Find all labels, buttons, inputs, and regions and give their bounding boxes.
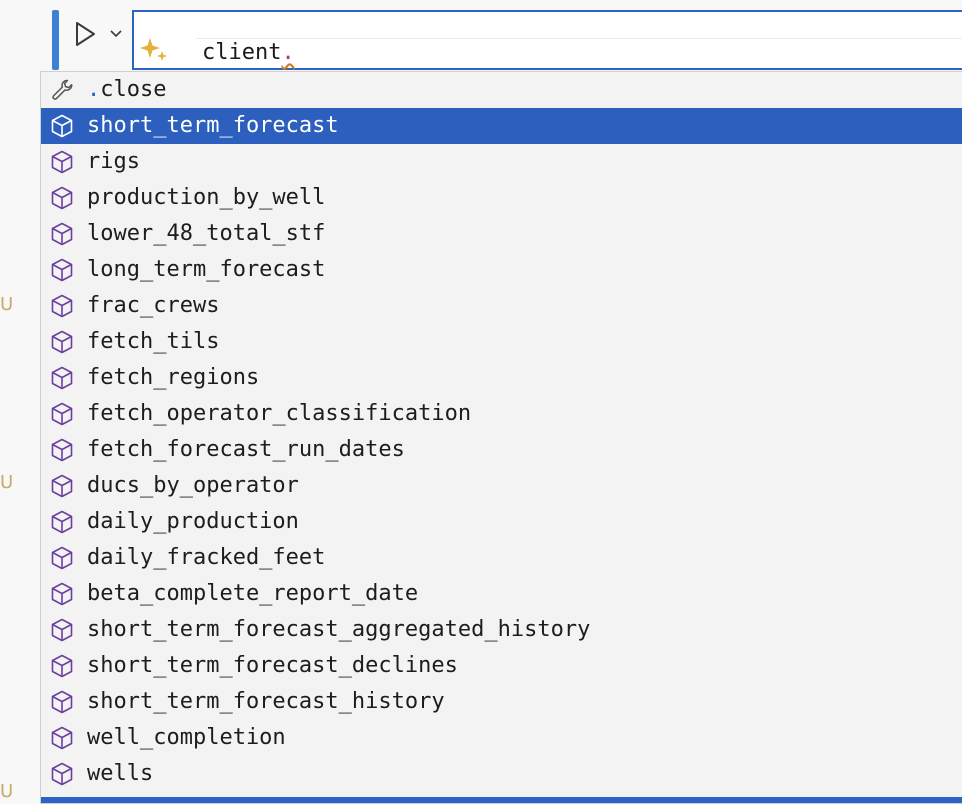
suggestion-item[interactable]: short_term_forecast <box>41 108 962 144</box>
cube-icon <box>51 294 73 318</box>
suggestion-item[interactable]: fetch_tils <box>41 324 962 360</box>
suggestion-item[interactable]: short_term_forecast_declines <box>41 648 962 684</box>
suggestion-item[interactable]: fetch_regions <box>41 360 962 396</box>
cube-icon <box>51 402 73 426</box>
suggestion-item[interactable]: fetch_operator_classification <box>41 396 962 432</box>
cube-icon <box>51 654 73 678</box>
suggestion-item[interactable]: production_by_well <box>41 180 962 216</box>
suggestion-label: rigs <box>87 149 140 174</box>
suggestion-label: fetch_regions <box>87 365 260 390</box>
gutter-mark: U <box>0 781 14 802</box>
cube-icon <box>51 582 73 606</box>
cube-icon <box>51 150 73 174</box>
suggestion-label: long_term_forecast <box>87 257 326 282</box>
wrench-icon <box>52 79 73 100</box>
sparkle-icon[interactable] <box>138 34 170 66</box>
cube-icon <box>51 186 73 210</box>
cube-icon <box>51 330 73 354</box>
code-identifier: client <box>202 40 282 65</box>
run-cell-icon[interactable] <box>72 20 98 48</box>
cube-icon <box>51 114 73 138</box>
suggestion-item[interactable]: short_term_forecast_aggregated_history <box>41 612 962 648</box>
cube-icon <box>51 474 73 498</box>
suggestion-item[interactable]: wells <box>41 756 962 792</box>
autocomplete-list[interactable]: .close short_term_forecastrigs production… <box>40 71 962 804</box>
cube-icon <box>51 222 73 246</box>
cube-icon <box>51 546 73 570</box>
suggestion-item[interactable]: ducs_by_operator <box>41 468 962 504</box>
list-bottom-border <box>41 797 962 803</box>
suggestion-label: production_by_well <box>87 185 326 210</box>
suggestion-item[interactable]: frac_crews <box>41 288 962 324</box>
suggestion-label: frac_crews <box>87 293 220 318</box>
suggestion-label: short_term_forecast_declines <box>87 653 458 678</box>
suggestion-label: wells <box>87 761 154 786</box>
suggestion-item[interactable]: long_term_forecast <box>41 252 962 288</box>
cube-icon <box>51 438 73 462</box>
cube-icon <box>51 618 73 642</box>
suggestion-item[interactable]: daily_fracked_feet <box>41 540 962 576</box>
suggestion-item[interactable]: rigs <box>41 144 962 180</box>
suggestion-keyword-close[interactable]: .close <box>41 72 962 108</box>
suggestion-label: short_term_forecast_history <box>87 689 445 714</box>
suggestion-item[interactable]: well_completion <box>41 720 962 756</box>
editor-line-guide <box>196 38 962 39</box>
cube-icon <box>51 258 73 282</box>
cube-icon <box>51 366 73 390</box>
cell-toolbar <box>60 10 132 70</box>
suggestion-label: well_completion <box>87 725 286 750</box>
suggestion-item[interactable]: daily_production <box>41 504 962 540</box>
suggestion-item[interactable]: fetch_forecast_run_dates <box>41 432 962 468</box>
code-line[interactable]: client. <box>202 38 295 68</box>
cube-icon <box>51 762 73 786</box>
suggestion-item[interactable]: short_term_forecast_history <box>41 684 962 720</box>
suggestion-label: short_term_forecast_aggregated_history <box>87 617 591 642</box>
suggestion-label: lower_48_total_stf <box>87 221 326 246</box>
code-editor[interactable]: client. <box>132 10 962 70</box>
cell-focus-bar <box>52 10 59 70</box>
suggestion-label: fetch_operator_classification <box>87 401 472 426</box>
code-cursor-dot: . <box>281 40 295 65</box>
cube-icon <box>51 726 73 750</box>
suggestion-label: .close <box>87 77 167 102</box>
chevron-down-icon[interactable] <box>108 26 124 42</box>
suggestion-label: ducs_by_operator <box>87 473 299 498</box>
suggestion-item[interactable]: beta_complete_report_date <box>41 576 962 612</box>
editor-gutter: U U U <box>0 0 44 804</box>
suggestion-label: fetch_tils <box>87 329 220 354</box>
suggestion-label: daily_fracked_feet <box>87 545 326 570</box>
suggestion-label: short_term_forecast <box>87 113 339 138</box>
cube-icon <box>51 690 73 714</box>
suggestion-label: fetch_forecast_run_dates <box>87 437 405 462</box>
gutter-mark: U <box>0 472 14 493</box>
cube-icon <box>51 510 73 534</box>
suggestion-label: beta_complete_report_date <box>87 581 419 606</box>
gutter-mark: U <box>0 294 14 315</box>
suggestion-item[interactable]: lower_48_total_stf <box>41 216 962 252</box>
suggestion-label: daily_production <box>87 509 299 534</box>
